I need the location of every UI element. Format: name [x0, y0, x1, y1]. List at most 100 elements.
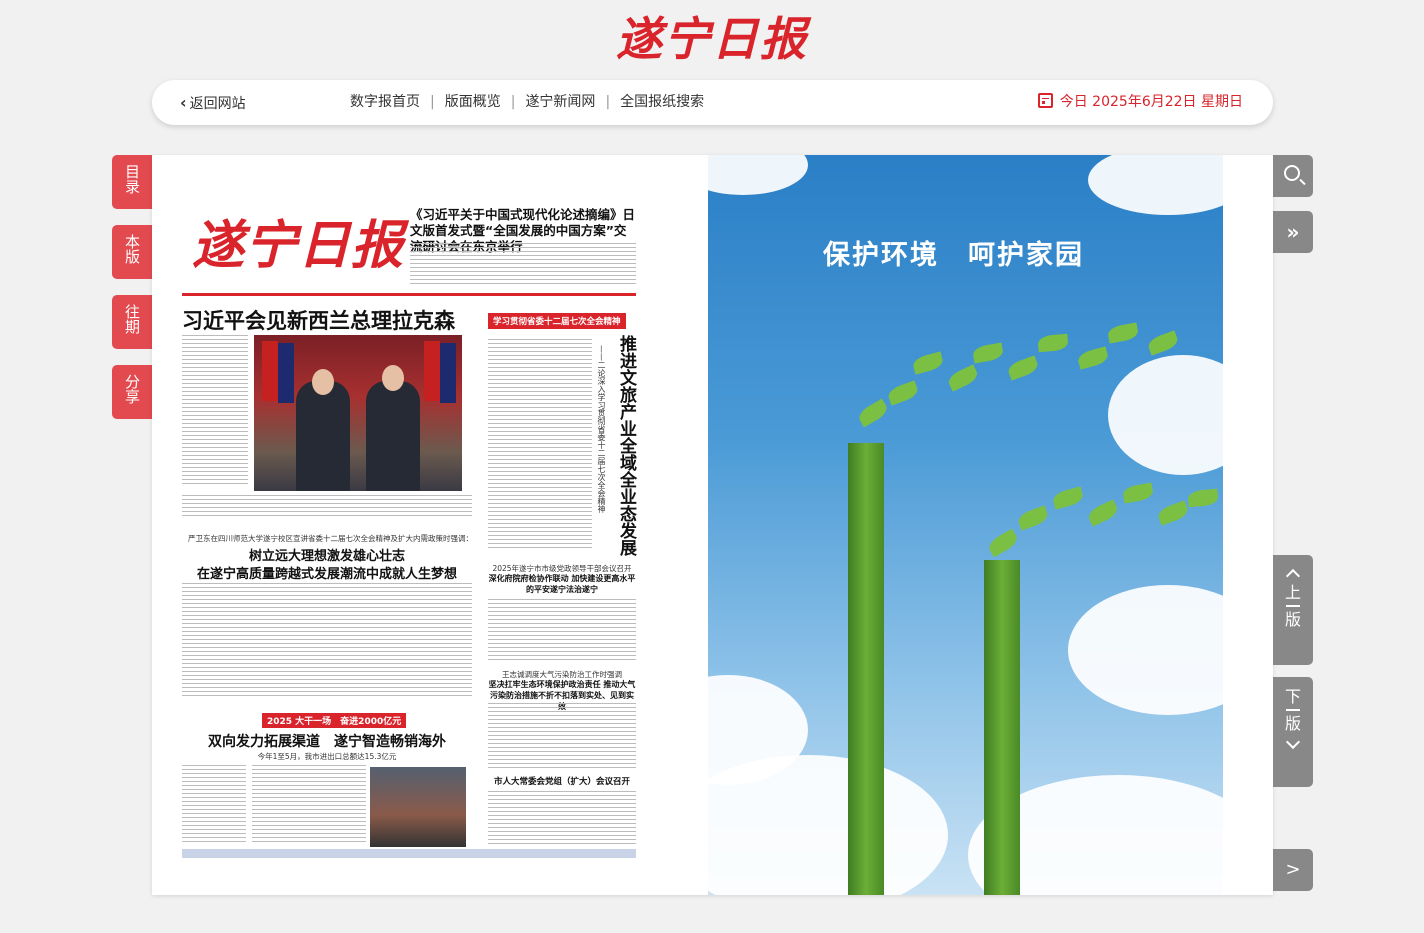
nav-separator: | — [430, 94, 435, 110]
side-story3-headline[interactable]: 市人大常委会党组（扩大）会议召开 — [488, 775, 636, 787]
next-page-label-1: 下 — [1284, 687, 1301, 706]
back-to-site-link[interactable]: ‹ 返回网站 — [180, 80, 246, 125]
commentary-text — [488, 339, 592, 549]
nav-links: 数字报首页 | 版面概览 | 遂宁新闻网 | 全国报纸搜索 — [350, 80, 704, 125]
leaf-shape — [856, 398, 890, 428]
story2-text — [182, 583, 472, 699]
leaf-shape — [1051, 486, 1085, 510]
leaf-shape — [1037, 333, 1069, 353]
column-tag: 学习贯彻省委十二届七次全会精神 — [488, 313, 626, 329]
leaf-shape — [1121, 482, 1155, 504]
chimney-shape — [848, 443, 884, 895]
next-page-button[interactable]: 下 版 — [1273, 677, 1313, 787]
prev-page-label-2: 版 — [1284, 610, 1301, 629]
story3-text — [182, 765, 246, 845]
side-story2-text — [488, 703, 636, 769]
cloud-shape — [708, 155, 808, 195]
side-story3-text — [488, 791, 636, 845]
nav-link-suining-news[interactable]: 遂宁新闻网 — [525, 94, 595, 110]
nav-link-national-search[interactable]: 全国报纸搜索 — [620, 94, 704, 110]
back-label: 返回网站 — [189, 96, 246, 112]
leaf-shape — [1086, 499, 1120, 527]
leaf-shape — [1006, 355, 1040, 381]
story3-text — [252, 765, 366, 845]
search-button[interactable] — [1273, 155, 1313, 197]
side-story1-headline[interactable]: 深化府院府检协作联动 加快建设更高水平的平安遂宁法治遂宁 — [488, 573, 636, 595]
newspaper-spread: 遂宁日报 《习近平关于中国式现代化论述摘编》日文版首发式暨“全国发展的中国方案”… — [152, 155, 1273, 895]
story2-kicker: 严卫东在四川师范大学遂宁校区宣讲省委十二届七次全会精神及扩大内需政策时强调： — [188, 534, 473, 543]
flag-shape — [424, 341, 440, 401]
prev-page-label-1: 上 — [1284, 583, 1301, 602]
commentary-subhead: ——二论深入学习贯彻省委十二届七次全会精神 — [597, 345, 606, 513]
flag-shape — [440, 343, 456, 403]
calendar-icon — [1037, 93, 1053, 108]
prev-page-button[interactable]: 上 版 — [1273, 555, 1313, 665]
cloud-shape — [1068, 585, 1223, 715]
chevron-right-icon: > — [1285, 859, 1301, 880]
nav-link-digital-home[interactable]: 数字报首页 — [350, 94, 420, 110]
site-logo: 遂宁日报 — [616, 12, 808, 66]
toc-label: 目录 — [123, 164, 141, 194]
toc-button[interactable]: 目录 — [112, 155, 152, 209]
person-head — [312, 369, 334, 395]
front-page[interactable]: 遂宁日报 《习近平关于中国式现代化论述摘编》日文版首发式暨“全国发展的中国方案”… — [182, 155, 660, 895]
story3-subhead: 今年1至5月，我市进出口总额达15.3亿元 — [257, 752, 397, 761]
leaf-shape — [1106, 322, 1140, 344]
nav-separator: | — [510, 94, 516, 110]
leaf-shape — [886, 380, 920, 406]
this-edition-label: 本版 — [123, 234, 141, 264]
campaign-banner: 2025 大干一场 奋进2000亿元 — [262, 713, 407, 728]
leaf-shape — [1187, 488, 1219, 508]
chevron-left-icon: ‹ — [180, 93, 187, 112]
front-main-photo[interactable] — [254, 335, 462, 491]
past-issues-label: 往期 — [123, 304, 141, 334]
commentary-headline[interactable]: 推进文旅产业全域全业态发展 — [612, 335, 636, 556]
poster-page[interactable]: 保护环境 呵护家园 — [708, 155, 1223, 895]
person-figure — [296, 381, 350, 491]
person-figure — [366, 381, 420, 491]
chevron-down-icon — [1285, 734, 1301, 750]
top-story-text — [410, 243, 636, 287]
factory-photo[interactable] — [370, 767, 466, 847]
leaf-shape — [1076, 346, 1110, 370]
divider — [1286, 605, 1300, 607]
leaf-shape — [986, 528, 1020, 558]
past-issues-button[interactable]: 往期 — [112, 295, 152, 349]
front-main-headline[interactable]: 习近平会见新西兰总理拉克森 — [182, 305, 455, 335]
leaf-shape — [1016, 505, 1050, 531]
double-chevron-icon: » — [1286, 220, 1300, 244]
next-page-label-2: 版 — [1284, 714, 1301, 733]
cloud-shape — [1108, 355, 1223, 475]
story2-headline-2[interactable]: 在遂宁高质量跨越式发展潮流中成就人生梦想 — [182, 563, 472, 582]
flag-shape — [278, 343, 294, 403]
share-button[interactable]: 分享 — [112, 365, 152, 419]
front-page-masthead: 遂宁日报 — [192, 215, 405, 276]
nav-link-page-overview[interactable]: 版面概览 — [445, 94, 501, 110]
leaf-shape — [911, 351, 945, 375]
leaf-shape — [1156, 500, 1190, 526]
top-nav-bar: ‹ 返回网站 数字报首页 | 版面概览 | 遂宁新闻网 | 全国报纸搜索 今日 2025年6月… — [152, 80, 1273, 125]
next-arrow-button[interactable]: > — [1273, 849, 1313, 891]
side-story1-text — [488, 599, 636, 663]
flag-shape — [262, 341, 278, 401]
leaf-shape — [1146, 330, 1180, 356]
leaf-shape — [946, 364, 980, 392]
chimney-shape — [984, 560, 1020, 895]
person-head — [382, 365, 404, 391]
this-edition-button[interactable]: 本版 — [112, 225, 152, 279]
poster-slogan: 保护环境 呵护家园 — [823, 240, 1084, 271]
leaf-shape — [971, 342, 1005, 364]
cloud-shape — [1088, 155, 1223, 215]
story2-headline-1[interactable]: 树立远大理想激发雄心壮志 — [182, 545, 472, 564]
front-page-footer — [182, 849, 636, 858]
nav-separator: | — [605, 94, 611, 110]
story3-headline[interactable]: 双向发力拓展渠道 遂宁智造畅销海外 — [182, 731, 472, 751]
main-story-text — [182, 335, 248, 485]
share-label: 分享 — [123, 374, 141, 404]
current-date: 今日 2025年6月22日 星期日 — [1037, 80, 1243, 125]
fullscreen-toggle-button[interactable]: » — [1273, 211, 1313, 253]
masthead-rule — [182, 293, 636, 296]
divider — [1286, 709, 1300, 711]
photo-caption-text — [182, 495, 472, 519]
search-icon — [1284, 165, 1300, 181]
